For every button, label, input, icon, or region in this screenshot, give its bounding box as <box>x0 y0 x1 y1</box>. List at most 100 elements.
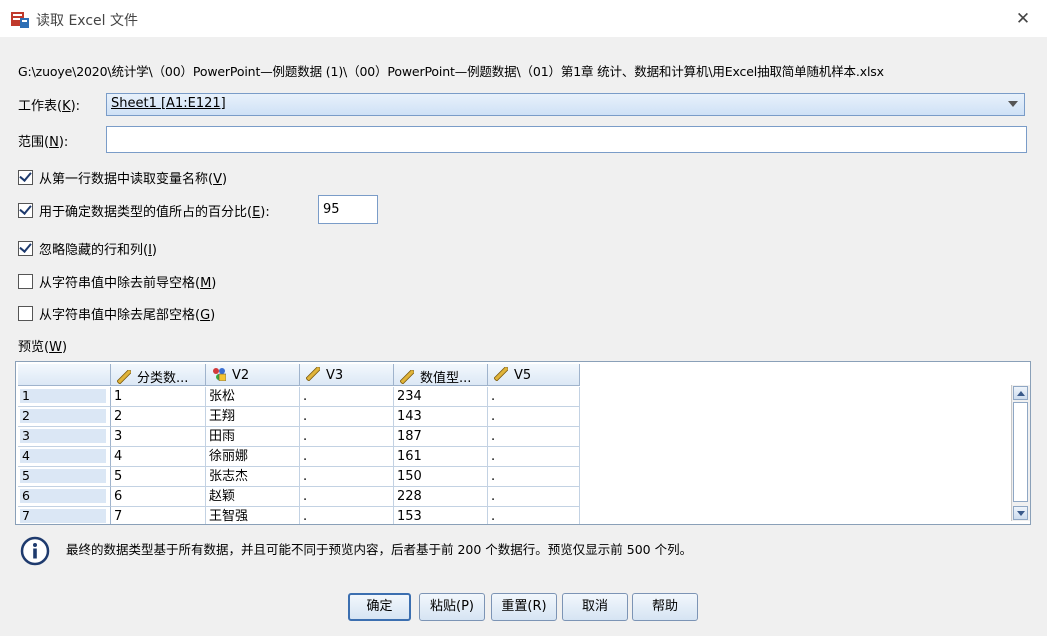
ok-button[interactable]: 确定 <box>348 593 411 621</box>
table-cell: . <box>488 467 580 487</box>
scale-ruler-icon <box>306 367 320 381</box>
range-label: 范围(N): <box>18 135 69 150</box>
title-bar: 读取 Excel 文件 ✕ <box>0 0 1047 37</box>
row-number: 4 <box>20 449 106 463</box>
window-title: 读取 Excel 文件 <box>36 13 138 29</box>
row-header[interactable]: 3 <box>18 427 111 447</box>
vertical-scrollbar[interactable] <box>1011 385 1030 521</box>
cancel-button[interactable]: 取消 <box>562 593 628 621</box>
scroll-up-icon[interactable] <box>1013 386 1028 400</box>
table-cell: 1 <box>111 387 206 407</box>
column-header[interactable]: V5 <box>488 364 580 386</box>
table-cell: . <box>488 407 580 427</box>
info-icon <box>20 536 50 566</box>
table-cell: . <box>488 487 580 507</box>
scroll-thumb[interactable] <box>1013 402 1028 502</box>
spss-app-icon <box>11 12 29 28</box>
help-button[interactable]: 帮助 <box>632 593 698 621</box>
table-cell: 161 <box>394 447 488 467</box>
read-excel-dialog: G:\zuoye\2020\统计学\（00）PowerPoint—例题数据 (1… <box>0 37 1047 636</box>
header-corner <box>18 364 111 386</box>
table-cell: 王智强 <box>206 507 300 524</box>
chevron-down-icon <box>1008 101 1018 107</box>
column-header[interactable]: V3 <box>300 364 394 386</box>
table-cell: . <box>300 467 394 487</box>
column-header-label: V3 <box>326 368 344 383</box>
row-number: 5 <box>20 469 106 483</box>
table-cell: . <box>300 487 394 507</box>
table-cell: 4 <box>111 447 206 467</box>
table-cell: 赵颖 <box>206 487 300 507</box>
table-cell: 143 <box>394 407 488 427</box>
column-header-label: V2 <box>232 368 250 383</box>
table-cell: 7 <box>111 507 206 524</box>
column-header[interactable]: 分类数... <box>111 364 206 386</box>
table-cell: 5 <box>111 467 206 487</box>
worksheet-select[interactable]: Sheet1 [A1:E121] <box>106 93 1025 116</box>
checkbox-icon[interactable] <box>18 306 33 321</box>
table-cell: 153 <box>394 507 488 524</box>
table-cell: . <box>300 447 394 467</box>
table-cell: 228 <box>394 487 488 507</box>
file-path: G:\zuoye\2020\统计学\（00）PowerPoint—例题数据 (1… <box>18 64 884 79</box>
table-cell: . <box>300 387 394 407</box>
paste-button[interactable]: 粘贴(P) <box>419 593 485 621</box>
nominal-string-icon <box>213 368 226 381</box>
info-message: 最终的数据类型基于所有数据，并且可能不同于预览内容，后者基于前 200 个数据行… <box>66 542 693 557</box>
checkbox-icon[interactable] <box>18 274 33 289</box>
row-header[interactable]: 5 <box>18 467 111 487</box>
column-header-label: 分类数... <box>137 371 189 386</box>
row-header[interactable]: 1 <box>18 387 111 407</box>
table-cell: 张松 <box>206 387 300 407</box>
table-cell: . <box>488 507 580 524</box>
worksheet-label: 工作表(K): <box>18 99 81 114</box>
table-cell: 徐丽娜 <box>206 447 300 467</box>
scale-ruler-icon <box>117 370 131 384</box>
row-number: 6 <box>20 489 106 503</box>
table-cell: 6 <box>111 487 206 507</box>
table-cell: . <box>300 507 394 524</box>
checkbox-icon[interactable] <box>18 203 33 218</box>
row-number: 3 <box>20 429 106 443</box>
option-trim-leading[interactable]: 从字符串值中除去前导空格(M) <box>18 272 216 291</box>
range-input[interactable] <box>106 126 1027 153</box>
table-cell: 234 <box>394 387 488 407</box>
row-header[interactable]: 6 <box>18 487 111 507</box>
row-header[interactable]: 7 <box>18 507 111 524</box>
table-cell: . <box>300 427 394 447</box>
table-cell: . <box>488 427 580 447</box>
table-cell: 3 <box>111 427 206 447</box>
table-cell: . <box>300 407 394 427</box>
preview-grid[interactable]: 分类数... V2 V3 数值型... V5 1 1 张松. 234. 2 2 王翔. 143. 3 3 田雨… <box>15 361 1031 525</box>
table-cell: . <box>488 387 580 407</box>
table-cell: 2 <box>111 407 206 427</box>
reset-button[interactable]: 重置(R) <box>491 593 557 621</box>
scale-ruler-icon <box>400 370 414 384</box>
option-ignore-hidden[interactable]: 忽略隐藏的行和列(I) <box>18 239 157 258</box>
close-icon[interactable]: ✕ <box>1008 4 1038 34</box>
worksheet-select-value: Sheet1 [A1:E121] <box>111 96 226 111</box>
row-header[interactable]: 4 <box>18 447 111 467</box>
row-number: 2 <box>20 409 106 423</box>
preview-label: 预览(W) <box>18 340 68 355</box>
percentage-input[interactable]: 95 <box>318 195 378 224</box>
column-header[interactable]: V2 <box>206 364 300 386</box>
option-read-variable-names[interactable]: 从第一行数据中读取变量名称(V) <box>18 168 227 187</box>
table-cell: 田雨 <box>206 427 300 447</box>
column-header-label: 数值型... <box>420 371 472 386</box>
scale-ruler-icon <box>494 367 508 381</box>
table-cell: 张志杰 <box>206 467 300 487</box>
option-trim-trailing[interactable]: 从字符串值中除去尾部空格(G) <box>18 304 215 323</box>
option-type-percentage[interactable]: 用于确定数据类型的值所占的百分比(E): <box>18 201 270 220</box>
row-number: 1 <box>20 389 106 403</box>
checkbox-icon[interactable] <box>18 241 33 256</box>
table-cell: 150 <box>394 467 488 487</box>
scroll-down-icon[interactable] <box>1013 506 1028 520</box>
column-header-label: V5 <box>514 368 532 383</box>
table-cell: . <box>488 447 580 467</box>
column-header[interactable]: 数值型... <box>394 364 488 386</box>
checkbox-icon[interactable] <box>18 170 33 185</box>
table-cell: 王翔 <box>206 407 300 427</box>
table-cell: 187 <box>394 427 488 447</box>
row-header[interactable]: 2 <box>18 407 111 427</box>
